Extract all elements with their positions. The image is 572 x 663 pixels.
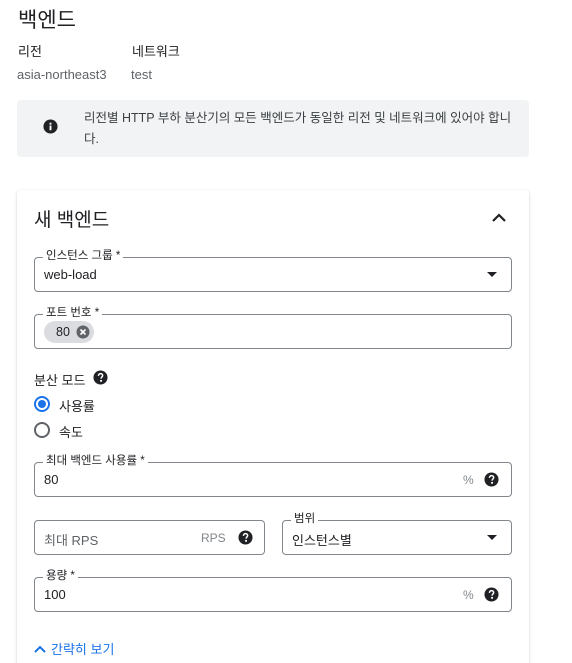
port-numbers-field[interactable]: 포트 번호 * 80 [34, 306, 512, 349]
percent-unit: % [463, 588, 474, 602]
radio-rate[interactable] [34, 422, 50, 438]
page-title: 백엔드 [18, 9, 76, 32]
scope-select[interactable]: 범위 인스턴스별 [282, 512, 512, 555]
balancing-mode-label: 분산 모드 [34, 373, 86, 388]
radio-utilization[interactable] [34, 396, 50, 412]
max-utilization-label: 최대 백엔드 사용률 * [43, 454, 148, 468]
dropdown-arrow-icon[interactable] [487, 535, 497, 540]
dropdown-arrow-icon[interactable] [487, 272, 497, 277]
radio-utilization-label: 사용률 [59, 399, 95, 414]
percent-unit: % [463, 473, 474, 487]
capacity-field[interactable]: 용량 * 100 % [34, 569, 512, 612]
scope-value: 인스턴스별 [292, 533, 352, 548]
scope-label: 범위 [291, 512, 319, 526]
info-banner: 리전별 HTTP 부하 분산기의 모든 백엔드가 동일한 리전 및 네트워크에 … [17, 100, 529, 157]
card-title: 새 백엔드 [34, 210, 110, 231]
info-icon [43, 119, 58, 134]
port-chip[interactable]: 80 [44, 321, 94, 343]
max-utilization-field[interactable]: 최대 백엔드 사용률 * 80 % [34, 454, 512, 497]
network-value: test [131, 67, 152, 82]
port-numbers-label: 포트 번호 * [43, 306, 103, 320]
chevron-up-icon [34, 645, 46, 653]
port-chip-label: 80 [56, 325, 70, 339]
radio-rate-label: 속도 [59, 425, 83, 440]
capacity-value: 100 [44, 587, 66, 602]
max-utilization-value: 80 [44, 472, 59, 487]
max-rps-placeholder: 최대 RPS [44, 533, 99, 548]
help-icon[interactable] [93, 370, 108, 385]
network-label: 네트워크 [132, 44, 180, 59]
rps-unit: RPS [201, 531, 226, 545]
max-rps-field[interactable]: 최대 RPS RPS [34, 520, 265, 555]
instance-group-select[interactable]: 인스턴스 그룹 * web-load [34, 249, 512, 292]
chevron-up-icon[interactable] [490, 210, 508, 224]
help-icon[interactable] [484, 472, 499, 487]
capacity-label: 용량 * [43, 569, 78, 583]
instance-group-value: web-load [44, 267, 97, 282]
remove-chip-icon[interactable] [76, 325, 90, 339]
simple-view-label: 간략히 보기 [51, 642, 115, 657]
help-icon[interactable] [484, 587, 499, 602]
region-value: asia-northeast3 [17, 67, 107, 82]
info-text: 리전별 HTTP 부하 분산기의 모든 백엔드가 동일한 리전 및 네트워크에 … [84, 111, 512, 146]
simple-view-link[interactable]: 간략히 보기 [33, 639, 114, 658]
help-icon[interactable] [238, 530, 253, 545]
instance-group-label: 인스턴스 그룹 * [43, 249, 124, 263]
region-label: 리전 [18, 44, 42, 59]
